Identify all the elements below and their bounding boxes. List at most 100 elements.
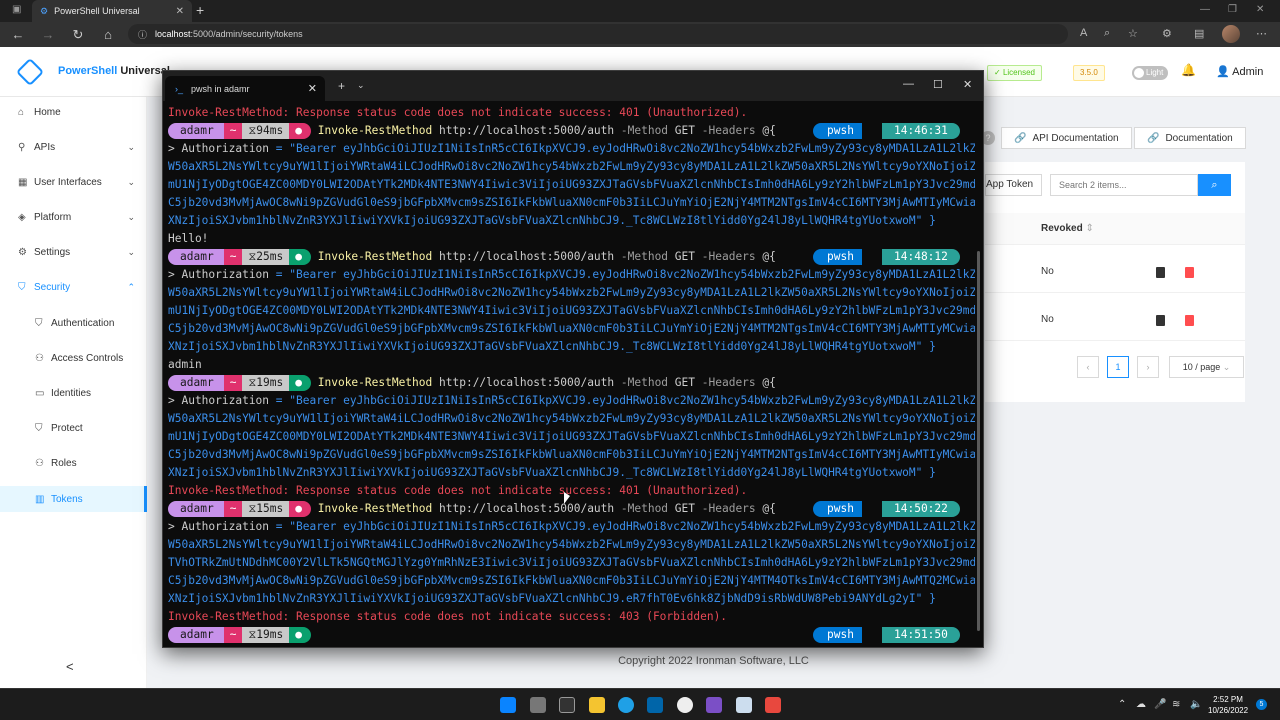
- more-menu-icon[interactable]: ⋯: [1256, 27, 1267, 40]
- vscode-icon[interactable]: [647, 697, 663, 713]
- page-1-button[interactable]: 1: [1107, 356, 1129, 378]
- chevron-up-icon: ⌃: [127, 281, 135, 292]
- file-explorer-icon[interactable]: [589, 697, 605, 713]
- cloud-icon[interactable]: ☁: [1136, 699, 1146, 710]
- terminal-dropdown-icon[interactable]: ⌄: [357, 80, 365, 91]
- notifications-bell-icon[interactable]: 🔔: [1181, 63, 1196, 77]
- api-documentation-button[interactable]: 🔗 API Documentation: [1001, 127, 1132, 149]
- theme-toggle[interactable]: Light: [1132, 66, 1168, 80]
- terminal-tab[interactable]: ›_ pwsh in adamr ✕: [165, 76, 325, 101]
- token-line: mU1NjIyODgtOGE4ZC00MDY0LWI2ODAtYTk2MDk4N…: [168, 178, 975, 191]
- sidebar: ⌂ Home ⚲ APIs ⌄ ▦ User Interfaces ⌄ ◈ Platform…: [0, 97, 147, 688]
- back-icon[interactable]: ←: [3, 27, 33, 42]
- sidebar-item-roles[interactable]: ⚇ Roles: [0, 450, 147, 476]
- sidebar-item-home[interactable]: ⌂ Home: [0, 99, 147, 125]
- favorite-icon[interactable]: ☆: [1128, 27, 1138, 40]
- new-terminal-tab-icon[interactable]: +: [338, 79, 345, 93]
- token-line: XNzIjoiSXJvbm1hblNvZnR3YXJlIiwiYXVkIjoiU…: [168, 340, 936, 353]
- token-line: > Authorization = "Bearer eyJhbGciOiJIUz…: [168, 268, 975, 281]
- zoom-icon[interactable]: ⌕: [1104, 27, 1110, 40]
- collapse-sidebar-icon[interactable]: <: [66, 659, 74, 674]
- token-line: XNzIjoiSXJvbm1hblNvZnR3YXJlIiwiYXVkIjoiU…: [168, 592, 936, 605]
- column-revoked[interactable]: Revoked ⇕: [1041, 223, 1094, 234]
- collections-icon[interactable]: ▤: [1194, 27, 1204, 40]
- profile-avatar[interactable]: [1222, 25, 1240, 43]
- info-icon[interactable]: ⓘ: [138, 28, 147, 41]
- sidebar-item-security[interactable]: ⛉ Security ⌃: [0, 274, 147, 300]
- window-menu-icon[interactable]: ▣: [12, 4, 21, 15]
- platform-icon: ◈: [18, 211, 26, 223]
- terminal-window[interactable]: ›_ pwsh in adamr ✕ + ⌄ — ☐ ✕ Invoke-Rest…: [162, 70, 984, 648]
- read-aloud-icon[interactable]: A: [1080, 27, 1087, 39]
- visual-studio-icon[interactable]: [706, 697, 722, 713]
- terminal-output[interactable]: Invoke-RestMethod: Response status code …: [163, 104, 975, 644]
- page-size-select[interactable]: 10 / page ⌄: [1169, 356, 1244, 378]
- new-tab-icon[interactable]: +: [196, 2, 204, 18]
- microphone-icon[interactable]: 🎤: [1154, 699, 1166, 710]
- api-icon: ⚲: [18, 141, 26, 153]
- terminal-close-icon[interactable]: ✕: [963, 78, 972, 91]
- refresh-icon[interactable]: ↻: [63, 27, 93, 43]
- users-icon: ⚇: [35, 352, 44, 364]
- delete-icon[interactable]: [1185, 267, 1194, 278]
- home-browser-icon[interactable]: ⌂: [93, 27, 123, 42]
- search-input[interactable]: [1050, 174, 1198, 196]
- shell-segment: pwsh: [813, 249, 862, 265]
- terminal-app-icon[interactable]: [559, 697, 575, 713]
- licensed-badge: ✓ Licensed: [987, 65, 1042, 81]
- shield-icon: ⛉: [18, 281, 26, 293]
- copy-icon[interactable]: [1156, 315, 1165, 326]
- prev-page-button[interactable]: ‹: [1077, 356, 1099, 378]
- forward-icon[interactable]: →: [33, 27, 63, 42]
- recorder-icon[interactable]: [765, 697, 781, 713]
- documentation-button[interactable]: 🔗 Documentation: [1134, 127, 1246, 149]
- delete-icon[interactable]: [1185, 315, 1194, 326]
- notification-badge[interactable]: 5: [1256, 699, 1267, 710]
- table-header: [985, 213, 1245, 245]
- minimize-icon[interactable]: —: [1200, 4, 1210, 15]
- taskbar-clock[interactable]: 2:52 PM 10/26/2022: [1208, 694, 1248, 716]
- protect-icon: ⛉: [35, 422, 43, 434]
- extensions-icon[interactable]: ⚙: [1162, 27, 1172, 40]
- terminal-maximize-icon[interactable]: ☐: [933, 78, 943, 91]
- task-view-icon[interactable]: [530, 697, 546, 713]
- url-field[interactable]: ⓘ localhost:5000/admin/security/tokens: [128, 24, 1068, 44]
- revoked-cell: No: [1041, 266, 1054, 277]
- sidebar-item-authentication[interactable]: ⛉ Authentication: [0, 310, 147, 336]
- notepad-icon[interactable]: [736, 697, 752, 713]
- token-line: C5jb20vd3MvMjAwOC8wNi9pZGVudGl0eS9jbGFpb…: [168, 574, 975, 587]
- prompt-line: adamr ~ ⧖25ms ● Invoke-RestMethod http://lo…: [168, 248, 776, 266]
- sidebar-item-access-controls[interactable]: ⚇ Access Controls: [0, 345, 147, 371]
- tab-close-icon[interactable]: ✕: [176, 6, 184, 17]
- sidebar-item-tokens[interactable]: ▥ Tokens: [0, 486, 147, 512]
- edge-icon[interactable]: [618, 697, 634, 713]
- maximize-icon[interactable]: ❐: [1228, 4, 1237, 15]
- sidebar-item-user-interfaces[interactable]: ▦ User Interfaces ⌄: [0, 169, 147, 195]
- token-line: C5jb20vd3MvMjAwOC8wNi9pZGVudGl0eS9jbGFpb…: [168, 196, 975, 209]
- search-button[interactable]: ⌕: [1198, 174, 1231, 196]
- terminal-tab-close-icon[interactable]: ✕: [308, 82, 317, 95]
- close-window-icon[interactable]: ✕: [1256, 4, 1264, 15]
- terminal-scrollbar[interactable]: [977, 251, 980, 631]
- user-menu[interactable]: 👤 Admin: [1216, 65, 1263, 78]
- sidebar-item-protect[interactable]: ⛉ Protect: [0, 415, 147, 441]
- volume-icon[interactable]: 🔈: [1190, 699, 1202, 710]
- tray-chevron-icon[interactable]: ⌃: [1118, 699, 1126, 710]
- sidebar-item-platform[interactable]: ◈ Platform ⌄: [0, 204, 147, 230]
- address-bar: ← → ↻ ⌂ ⓘ localhost:5000/admin/security/…: [0, 22, 1280, 47]
- create-app-token-button[interactable]: App Token: [985, 174, 1043, 196]
- token-line: > Authorization = "Bearer eyJhbGciOiJIUz…: [168, 142, 975, 155]
- shell-segment: pwsh: [813, 627, 862, 643]
- start-icon[interactable]: [500, 697, 516, 713]
- browser-tab[interactable]: ⚙ PowerShell Universal ✕: [32, 0, 192, 22]
- sidebar-item-settings[interactable]: ⚙ Settings ⌄: [0, 239, 147, 265]
- github-icon[interactable]: [677, 697, 693, 713]
- copy-icon[interactable]: [1156, 267, 1165, 278]
- search-icon: ⌕: [1211, 179, 1218, 191]
- wifi-icon[interactable]: ≋: [1172, 699, 1180, 710]
- terminal-minimize-icon[interactable]: —: [903, 78, 914, 90]
- sidebar-item-apis[interactable]: ⚲ APIs ⌄: [0, 134, 147, 160]
- sidebar-item-identities[interactable]: ▭ Identities: [0, 380, 147, 406]
- next-page-button[interactable]: ›: [1137, 356, 1159, 378]
- token-line: > Authorization = "Bearer eyJhbGciOiJIUz…: [168, 520, 975, 533]
